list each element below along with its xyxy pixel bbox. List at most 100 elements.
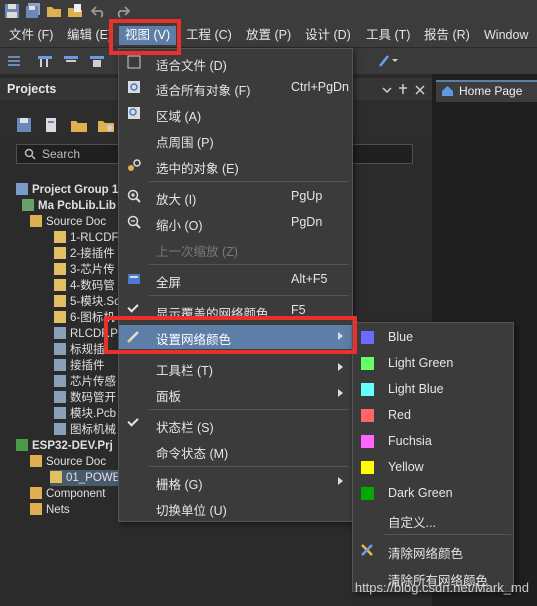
menu-item-command-status[interactable]: 命令状态 (M)	[119, 439, 352, 463]
color-swatch	[361, 487, 374, 500]
menu-edit[interactable]: 编辑 (E)	[67, 26, 112, 45]
menu-item-area[interactable]: 区域 (A)	[119, 102, 352, 126]
open-project-icon[interactable]	[71, 118, 87, 132]
menu-item-grid[interactable]: 栅格 (G)	[119, 470, 352, 494]
tree-item-source-docs[interactable]: Source Doc	[30, 454, 106, 470]
menu-separator	[149, 264, 349, 265]
search-placeholder: Search	[42, 147, 81, 161]
settings-icon[interactable]	[98, 118, 114, 132]
projects-panel-title: Projects	[7, 82, 57, 96]
menu-item-status-bar[interactable]: 状态栏 (S)	[119, 413, 352, 437]
fit-all-icon	[127, 80, 141, 94]
color-option-light-blue[interactable]: Light Blue	[353, 376, 513, 402]
schlib-icon	[54, 311, 66, 323]
save-all-icon[interactable]	[25, 3, 41, 19]
open-folder-icon[interactable]	[46, 3, 62, 19]
tree-item[interactable]: 数码管开	[54, 390, 116, 406]
submenu-arrow-icon	[338, 477, 343, 485]
menu-item-fit-all-objects[interactable]: 适合所有对象 (F) Ctrl+PgDn	[119, 76, 352, 100]
menu-tools[interactable]: 工具 (T)	[366, 26, 410, 45]
menu-window[interactable]: Window	[484, 26, 528, 45]
folder-icon	[30, 455, 42, 467]
panel-menu-icon[interactable]	[382, 84, 392, 94]
pcblib-icon	[54, 343, 66, 355]
pcblib-icon	[54, 423, 66, 435]
tree-item[interactable]: 标规插	[54, 342, 105, 358]
color-option-yellow[interactable]: Yellow	[353, 454, 513, 480]
menu-file[interactable]: 文件 (F)	[9, 26, 53, 45]
menubar: 文件 (F) 编辑 (E) 视图 (V) 工程 (C) 放置 (P) 设计 (D…	[0, 22, 537, 48]
color-option-dark-green[interactable]: Dark Green	[353, 480, 513, 506]
compile-icon[interactable]	[44, 118, 58, 132]
schlib-icon	[54, 279, 66, 291]
tree-item-components[interactable]: Component	[30, 486, 105, 502]
quick-access-bar	[0, 0, 537, 22]
menu-design[interactable]: 设计 (D)	[305, 26, 351, 45]
tree-item-nets[interactable]: Nets	[30, 502, 70, 518]
tree-item[interactable]: 芯片传感	[54, 374, 116, 390]
schlib-icon	[54, 247, 66, 259]
menu-item-toolbars[interactable]: 工具栏 (T)	[119, 356, 352, 380]
menu-separator	[149, 295, 349, 296]
menu-place[interactable]: 放置 (P)	[246, 26, 291, 45]
toolbar-icons[interactable]	[6, 53, 116, 69]
color-swatch	[361, 357, 374, 370]
pcblib-icon	[54, 359, 66, 371]
color-option-light-green[interactable]: Light Green	[353, 350, 513, 376]
tree-item-pcblib[interactable]: Ma PcbLib.Lib	[22, 198, 116, 214]
close-icon[interactable]	[415, 84, 425, 95]
color-option-blue[interactable]: Blue	[353, 324, 513, 350]
menu-item-last-zoom: 上一次缩放 (Z)	[156, 245, 238, 259]
color-option-custom[interactable]: 自定义...	[353, 506, 513, 532]
menu-project[interactable]: 工程 (C)	[186, 26, 232, 45]
undo-icon[interactable]	[91, 3, 107, 19]
brush-icon[interactable]	[378, 54, 398, 68]
tree-item[interactable]: 图标机械	[54, 422, 116, 438]
tree-item[interactable]: 2-接插件	[54, 246, 115, 262]
color-swatch	[361, 461, 374, 474]
tree-item-source-docs[interactable]: Source Doc	[30, 214, 106, 230]
full-screen-icon	[127, 272, 141, 286]
color-swatch	[361, 383, 374, 396]
menu-separator	[149, 466, 349, 467]
fit-document-icon	[127, 55, 141, 69]
tree-item[interactable]: 5-模块.Sc	[54, 294, 120, 310]
schlib-icon	[54, 231, 66, 243]
tree-item[interactable]: 接插件	[54, 358, 105, 374]
submenu-arrow-icon	[338, 389, 343, 397]
color-option-fuchsia[interactable]: Fuchsia	[353, 428, 513, 454]
save-icon[interactable]	[4, 3, 20, 19]
library-icon	[22, 199, 34, 211]
menu-item-clear-net-color[interactable]: 清除网络颜色	[353, 537, 513, 563]
search-icon	[24, 148, 36, 160]
save-project-icon[interactable]	[17, 118, 31, 132]
pin-icon[interactable]	[398, 83, 408, 95]
tree-item-esp32-project[interactable]: ESP32-DEV.Prj	[16, 438, 113, 454]
menu-item-toggle-units[interactable]: 切换单位 (U)	[119, 496, 352, 520]
menu-item-panels[interactable]: 面板	[119, 382, 352, 406]
tree-item[interactable]: 1-RLCDF	[54, 230, 119, 246]
menu-item-zoom-out[interactable]: 缩小 (O) PgDn	[119, 211, 352, 235]
submenu-arrow-icon	[338, 363, 343, 371]
area-zoom-icon	[127, 106, 141, 120]
tree-item-project-group[interactable]: Project Group 1.	[16, 182, 121, 198]
pcblib-icon	[54, 391, 66, 403]
color-option-red[interactable]: Red	[353, 402, 513, 428]
folder-icon	[30, 487, 42, 499]
menu-reports[interactable]: 报告 (R)	[424, 26, 470, 45]
menu-item-around-point[interactable]: 点周围 (P)	[119, 128, 352, 152]
tree-item[interactable]: 3-芯片传	[54, 262, 115, 278]
folder-icon	[30, 503, 42, 515]
open-document-icon[interactable]	[67, 3, 83, 19]
view-menu: 适合文件 (D) 适合所有对象 (F) Ctrl+PgDn 区域 (A) 点周围…	[118, 48, 353, 522]
tree-item[interactable]: 模块.Pcb	[54, 406, 116, 422]
menu-item-full-screen[interactable]: 全屏 Alt+F5	[119, 268, 352, 292]
pcblib-icon	[54, 327, 66, 339]
zoom-out-icon	[127, 215, 141, 229]
menu-item-zoom-in[interactable]: 放大 (I) PgUp	[119, 185, 352, 209]
redo-icon[interactable]	[114, 3, 130, 19]
net-color-submenu: Blue Light Green Light Blue Red Fuchsia …	[352, 322, 514, 592]
tree-item-selected[interactable]: 01_POWE	[50, 470, 127, 486]
menu-item-selected-objects[interactable]: 选中的对象 (E)	[119, 154, 352, 178]
tree-item[interactable]: 4-数码管	[54, 278, 115, 294]
